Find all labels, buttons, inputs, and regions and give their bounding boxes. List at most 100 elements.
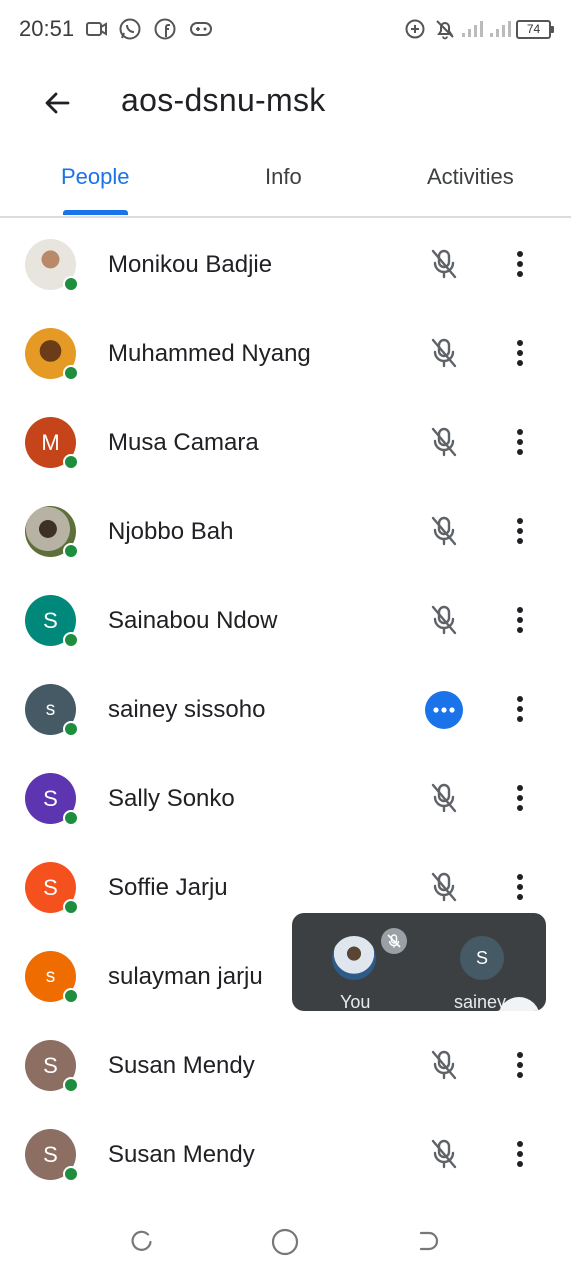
tab-activities[interactable]: Activities (427, 164, 514, 190)
more-options-button[interactable] (498, 1041, 542, 1089)
more-vert-icon (517, 518, 523, 544)
more-options-button[interactable] (498, 418, 542, 466)
avatar: S (25, 773, 79, 826)
signal-icon (487, 16, 513, 42)
participant-row[interactable]: S Sainabou Ndow (0, 576, 571, 665)
more-vert-icon (517, 874, 523, 900)
nav-back-button[interactable] (410, 1224, 446, 1260)
avatar: S (25, 862, 79, 915)
participant-name: Sally Sonko (108, 785, 235, 812)
video-icon (84, 16, 110, 42)
avatar: s (25, 951, 79, 1004)
participant-name: Monikou Badjie (108, 251, 273, 278)
online-status-dot (63, 899, 79, 915)
participant-row[interactable]: Monikou Badjie (0, 220, 571, 309)
arrow-back-icon (45, 92, 70, 114)
status-time: 20:51 (19, 16, 75, 41)
mic-off-icon (420, 774, 468, 822)
self-label: You (340, 992, 371, 1011)
tab-info[interactable]: Info (265, 164, 302, 190)
more-options-button[interactable] (498, 1130, 542, 1178)
more-options-button[interactable] (498, 685, 542, 733)
system-nav-bar (0, 1200, 571, 1280)
avatar: M (25, 417, 79, 470)
participant-tile-label: sainey (454, 992, 507, 1011)
online-status-dot (63, 543, 79, 559)
nav-back-icon (419, 1231, 439, 1251)
more-vert-icon (517, 1052, 523, 1078)
online-status-dot (63, 1077, 79, 1093)
online-status-dot (63, 365, 79, 381)
avatar-initial: s (45, 698, 56, 720)
participant-name: Soffie Jarju (108, 874, 228, 901)
facebook-icon (152, 16, 178, 42)
recents-button[interactable] (124, 1224, 160, 1260)
self-avatar (332, 936, 376, 980)
avatar: s (25, 684, 79, 737)
online-status-dot (63, 276, 79, 292)
online-status-dot (63, 810, 79, 826)
online-status-dot (63, 988, 79, 1004)
avatar-initial: S (43, 1141, 58, 1167)
more-options-button[interactable] (498, 596, 542, 644)
data-saver-icon (402, 16, 428, 42)
battery-indicator: 74 (516, 20, 554, 39)
participant-name: Sainabou Ndow (108, 607, 278, 634)
more-vert-icon (517, 429, 523, 455)
home-button[interactable] (267, 1224, 303, 1260)
tab-selected-indicator (63, 210, 128, 215)
avatar: S (25, 1129, 79, 1182)
participant-name: Susan Mendy (108, 1052, 255, 1079)
more-vert-icon (517, 696, 523, 722)
more-options-button[interactable] (498, 774, 542, 822)
mic-off-icon (381, 928, 407, 954)
participant-row[interactable]: s sainey sissoho (0, 665, 571, 754)
avatar-initial: M (41, 429, 60, 455)
more-options-button[interactable] (498, 240, 542, 288)
participant-row[interactable]: M Musa Camara (0, 398, 571, 487)
whatsapp-icon (117, 16, 143, 42)
participant-row[interactable]: S Susan Mendy (0, 1110, 571, 1199)
status-bar: 20:51 74 (0, 0, 571, 58)
back-button[interactable] (34, 80, 80, 126)
participant-row[interactable]: S Sally Sonko (0, 754, 571, 843)
avatar-initial: s (45, 965, 56, 987)
more-options-button[interactable] (498, 507, 542, 555)
avatar-initial: S (43, 785, 58, 811)
mic-off-icon (420, 1130, 468, 1178)
meeting-title: aos-dsnu-msk (121, 82, 326, 118)
more-options-button[interactable] (498, 863, 542, 911)
mic-off-icon (420, 240, 468, 288)
participant-row[interactable]: Muhammed Nyang (0, 309, 571, 398)
online-status-dot (63, 454, 79, 470)
participant-name: sainey sissoho (108, 696, 266, 723)
self-tile[interactable]: You (292, 913, 412, 1011)
mic-off-icon (420, 596, 468, 644)
avatar-initial: S (43, 874, 58, 900)
avatar-initial: S (43, 1052, 58, 1078)
participant-tile-avatar: S (460, 936, 504, 980)
online-status-dot (63, 1166, 79, 1182)
mic-off-icon (420, 863, 468, 911)
participant-row[interactable]: S Susan Mendy (0, 1021, 571, 1110)
mic-off-icon (420, 507, 468, 555)
avatar (25, 506, 79, 559)
more-vert-icon (517, 785, 523, 811)
more-vert-icon (517, 251, 523, 277)
participant-name: Muhammed Nyang (108, 340, 311, 367)
online-status-dot (63, 721, 79, 737)
recents-icon (131, 1230, 152, 1251)
avatar-initial: S (43, 607, 58, 633)
avatar (25, 239, 79, 292)
signal-icon (459, 16, 485, 42)
mic-off-icon (420, 418, 468, 466)
more-vert-icon (517, 607, 523, 633)
avatar: S (25, 595, 79, 648)
mic-off-icon (420, 329, 468, 377)
tab-people[interactable]: People (61, 164, 130, 190)
more-options-button[interactable] (498, 329, 542, 377)
participant-name: Musa Camara (108, 429, 259, 456)
self-view-overlay[interactable]: You S sainey +49 (292, 913, 546, 1011)
online-status-dot (63, 632, 79, 648)
participant-row[interactable]: Njobbo Bah (0, 487, 571, 576)
